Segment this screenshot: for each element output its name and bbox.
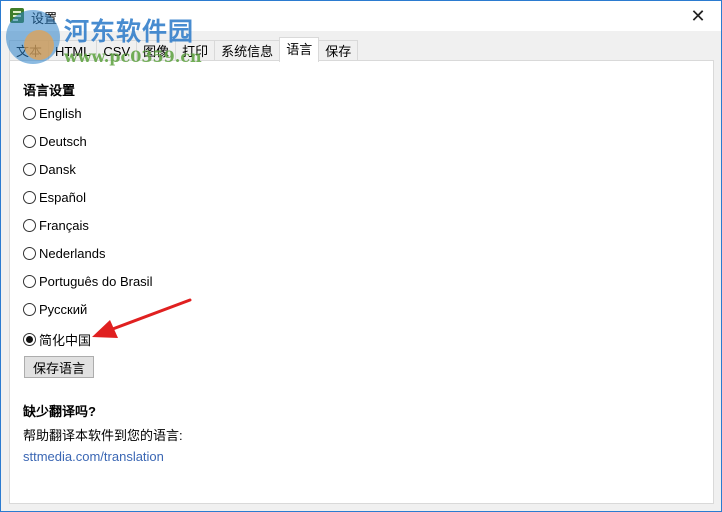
radio-label: English — [39, 106, 82, 121]
window-title: 设置 — [31, 11, 58, 26]
radio-dansk[interactable]: Dansk — [23, 162, 76, 177]
radio-simplified-chinese[interactable]: 简化中国 — [23, 330, 91, 349]
radio-francais[interactable]: Français — [23, 218, 89, 233]
radio-button[interactable] — [23, 247, 36, 260]
tab-text[interactable]: 文本 — [9, 40, 50, 62]
tab-language[interactable]: 语言 — [279, 37, 320, 62]
translation-link[interactable]: sttmedia.com/translation — [23, 449, 164, 464]
radio-button[interactable] — [23, 275, 36, 288]
section-title: 语言设置 — [23, 83, 76, 98]
radio-button[interactable] — [23, 303, 36, 316]
radio-nederlands[interactable]: Nederlands — [23, 246, 106, 261]
settings-window: 设置 ✕ 文本 HTML CSV 图像 打印 系统信息 语言 保存 语言设置 E… — [0, 0, 722, 512]
radio-button[interactable] — [23, 219, 36, 232]
radio-label: Español — [39, 190, 86, 205]
radio-button[interactable] — [23, 163, 36, 176]
radio-deutsch[interactable]: Deutsch — [23, 134, 87, 149]
tab-image[interactable]: 图像 — [136, 40, 177, 62]
radio-label: Français — [39, 218, 89, 233]
tab-save[interactable]: 保存 — [318, 40, 359, 62]
save-language-button[interactable]: 保存语言 — [24, 356, 94, 378]
radio-button[interactable] — [23, 191, 36, 204]
missing-translation-title: 缺少翻译吗? — [23, 404, 96, 419]
radio-label: Nederlands — [39, 246, 106, 261]
tab-csv[interactable]: CSV — [96, 40, 138, 62]
radio-label: Русский — [39, 302, 88, 317]
tab-bar: 文本 HTML CSV 图像 打印 系统信息 语言 保存 — [9, 37, 359, 62]
close-icon: ✕ — [690, 5, 706, 26]
close-button[interactable]: ✕ — [675, 1, 721, 31]
radio-espanol[interactable]: Español — [23, 190, 86, 205]
radio-portugues-brasil[interactable]: Português do Brasil — [23, 274, 152, 289]
radio-label: 简化中国 — [39, 333, 92, 348]
radio-label: Deutsch — [39, 134, 87, 149]
title-bar: 设置 ✕ — [1, 1, 721, 31]
tab-html[interactable]: HTML — [48, 40, 98, 62]
tab-system-info[interactable]: 系统信息 — [214, 40, 281, 62]
tab-print[interactable]: 打印 — [175, 40, 216, 62]
help-translate-text: 帮助翻译本软件到您的语言: — [23, 428, 183, 443]
app-icon — [10, 8, 24, 23]
radio-button[interactable] — [23, 135, 36, 148]
radio-russian[interactable]: Русский — [23, 302, 87, 317]
radio-label: Português do Brasil — [39, 274, 153, 289]
language-panel: 语言设置 English Deutsch Dansk Español Franç… — [9, 60, 714, 504]
radio-button[interactable] — [23, 107, 36, 120]
radio-english[interactable]: English — [23, 106, 82, 121]
radio-label: Dansk — [39, 162, 76, 177]
radio-button-checked[interactable] — [23, 333, 36, 346]
